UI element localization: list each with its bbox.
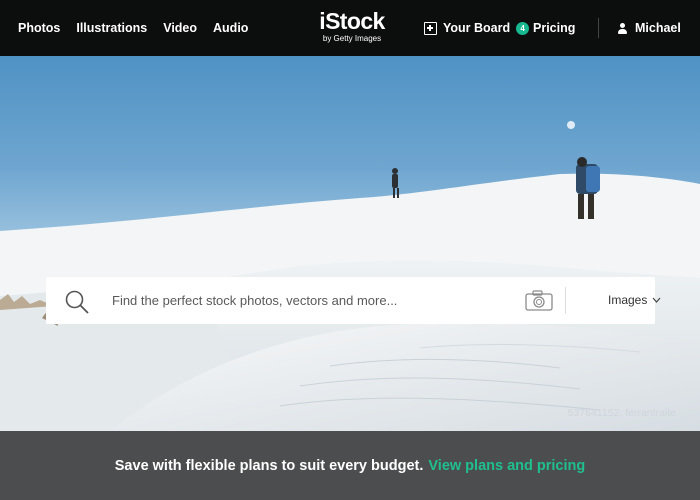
pricing-link[interactable]: Pricing [533, 0, 575, 56]
istock-logo[interactable]: iStock by Getty Images [313, 8, 391, 44]
logo-tagline: by Getty Images [322, 34, 382, 43]
hero-image: Find the perfect stock photos, vectors a… [0, 56, 700, 431]
nav-photos[interactable]: Photos [18, 21, 60, 35]
board-label: Your Board [443, 21, 511, 35]
nav-divider [598, 18, 599, 38]
media-type-label: Images [608, 293, 648, 307]
promo-banner: Save with flexible plans to suit every b… [0, 431, 700, 500]
board-count-badge: 4 [516, 21, 530, 35]
media-type-nav: Photos Illustrations Video Audio [18, 0, 248, 56]
user-menu[interactable]: Michael [618, 0, 681, 56]
image-credit: 537641152, ferrantraite [567, 407, 676, 419]
nav-illustrations[interactable]: Illustrations [76, 21, 147, 35]
search-bar[interactable]: Find the perfect stock photos, vectors a… [46, 277, 661, 324]
search-icon[interactable] [64, 289, 90, 315]
promo-text: Save with flexible plans to suit every b… [114, 457, 424, 474]
your-board-link[interactable]: Your Board 4 [424, 0, 530, 56]
view-plans-link[interactable]: View plans and pricing [428, 458, 585, 474]
search-divider [565, 287, 566, 314]
chevron-down-icon [652, 297, 661, 303]
desert-dunes-photo [0, 121, 700, 431]
camera-search-icon[interactable] [525, 290, 553, 311]
top-navigation: Photos Illustrations Video Audio iStock … [0, 0, 700, 56]
media-type-dropdown[interactable]: Images [608, 293, 661, 307]
user-icon [618, 22, 627, 34]
logo-wordmark: iStock [319, 8, 385, 34]
nav-video[interactable]: Video [163, 21, 197, 35]
nav-audio[interactable]: Audio [213, 21, 248, 35]
board-plus-icon [424, 21, 437, 35]
user-name: Michael [635, 21, 681, 35]
search-input[interactable]: Find the perfect stock photos, vectors a… [112, 293, 397, 308]
